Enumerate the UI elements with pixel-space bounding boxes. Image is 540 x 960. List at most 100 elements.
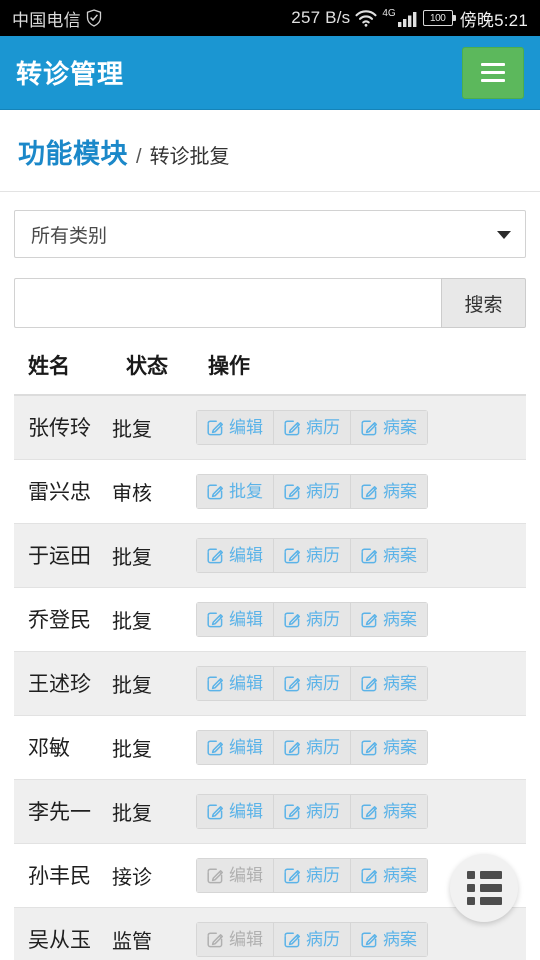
cell-actions: 编辑 病历 病案 [194, 651, 526, 716]
list-icon-bullet-1 [466, 871, 475, 879]
action-button[interactable]: 病历 [273, 921, 350, 957]
edit-icon [361, 803, 378, 820]
edit-icon [284, 867, 301, 884]
edit-icon [284, 547, 301, 564]
cell-status: 批复 [112, 651, 194, 716]
action-button[interactable]: 编辑 [196, 601, 273, 637]
breadcrumb-separator: / [136, 146, 142, 168]
action-button-group: 编辑 病历 病案 [196, 601, 428, 637]
action-button-group: 编辑 病历 病案 [196, 537, 428, 573]
cell-actions: 编辑 病历 病案 [194, 523, 526, 588]
cell-patient-name: 雷兴忠 [14, 459, 112, 524]
table-header: 姓名 状态 操作 [14, 350, 526, 396]
action-button[interactable]: 病案 [350, 921, 428, 957]
action-button[interactable]: 批复 [196, 473, 273, 509]
action-button[interactable]: 编辑 [196, 665, 273, 701]
action-button[interactable]: 病案 [350, 857, 428, 893]
search-button[interactable]: 搜索 [441, 278, 526, 328]
action-button[interactable]: 病案 [350, 793, 428, 829]
action-button[interactable]: 病历 [273, 665, 350, 701]
action-button-label: 病案 [383, 609, 417, 629]
action-button-label: 病历 [306, 673, 340, 693]
action-button[interactable]: 病历 [273, 409, 350, 445]
edit-icon [284, 419, 301, 436]
cell-patient-name: 孙丰民 [14, 843, 112, 908]
cell-status: 批复 [112, 523, 194, 588]
table-row: 王述珍 批复 编辑 病历 病案 [14, 651, 526, 716]
shield-check-icon [86, 9, 102, 27]
action-button[interactable]: 病案 [350, 665, 428, 701]
list-icon-line-3 [479, 897, 502, 905]
edit-icon [207, 931, 224, 948]
cell-patient-name: 于运田 [14, 523, 112, 588]
status-bar-right: 257 B/s 4G 100 傍晚5:21 [291, 6, 528, 31]
action-button-label: 编辑 [229, 609, 263, 629]
search-input[interactable] [14, 278, 441, 328]
action-button-label: 批复 [229, 481, 263, 501]
search-bar: 搜索 [14, 278, 526, 328]
list-icon [466, 871, 502, 905]
edit-icon [207, 675, 224, 692]
action-button-label: 病历 [306, 609, 340, 629]
list-view-fab-button[interactable] [450, 854, 518, 922]
cell-patient-name: 邓敏 [14, 715, 112, 780]
action-button[interactable]: 编辑 [196, 537, 273, 573]
breadcrumb-item-module[interactable]: 功能模块 [18, 132, 128, 171]
table-row: 于运田 批复 编辑 病历 病案 [14, 523, 526, 588]
category-select-value: 所有类别 [31, 225, 108, 247]
action-button-group: 编辑 病历 病案 [196, 857, 428, 893]
action-button-label: 编辑 [229, 673, 263, 693]
action-button[interactable]: 病案 [350, 729, 428, 765]
action-button-label: 病案 [383, 929, 417, 949]
edit-icon [361, 611, 378, 628]
action-button[interactable]: 病历 [273, 601, 350, 637]
action-button[interactable]: 病历 [273, 537, 350, 573]
page-title: 转诊管理 [16, 59, 125, 89]
action-button[interactable]: 编辑 [196, 793, 273, 829]
edit-icon [361, 419, 378, 436]
list-icon-line-1 [479, 871, 502, 879]
action-button-label: 编辑 [229, 417, 263, 437]
table-row: 乔登民 批复 编辑 病历 病案 [14, 587, 526, 652]
cell-actions: 批复 病历 病案 [194, 459, 526, 524]
action-button[interactable]: 病历 [273, 857, 350, 893]
chevron-down-icon [497, 231, 511, 239]
cell-actions: 编辑 病历 病案 [194, 715, 526, 780]
category-select[interactable]: 所有类别 [14, 210, 526, 258]
action-button-label: 编辑 [229, 865, 263, 885]
action-button[interactable]: 病历 [273, 473, 350, 509]
hamburger-menu-icon-bar-1 [481, 63, 505, 66]
action-button[interactable]: 病案 [350, 473, 428, 509]
action-button[interactable]: 编辑 [196, 729, 273, 765]
action-button[interactable]: 病案 [350, 537, 428, 573]
app-bar: 转诊管理 [0, 36, 540, 110]
action-button-label: 病案 [383, 417, 417, 437]
list-icon-row-2 [466, 884, 502, 892]
action-button-label: 编辑 [229, 801, 263, 821]
edit-icon [207, 483, 224, 500]
action-button[interactable]: 病案 [350, 409, 428, 445]
cell-patient-name: 吴从玉 [14, 907, 112, 960]
table-row: 张传玲 批复 编辑 病历 病案 [14, 395, 526, 460]
action-button[interactable]: 病案 [350, 601, 428, 637]
cell-patient-name: 张传玲 [14, 395, 112, 460]
action-button-label: 编辑 [229, 545, 263, 565]
action-button-group: 批复 病历 病案 [196, 473, 428, 509]
edit-icon [207, 739, 224, 756]
edit-icon [284, 931, 301, 948]
cell-status: 批复 [112, 587, 194, 652]
action-button-group: 编辑 病历 病案 [196, 665, 428, 701]
wifi-icon [355, 9, 377, 27]
table-row: 吴从玉 监管 编辑 病历 病案 [14, 907, 526, 960]
edit-icon [284, 611, 301, 628]
action-button[interactable]: 病历 [273, 793, 350, 829]
action-button[interactable]: 病历 [273, 729, 350, 765]
action-button[interactable]: 编辑 [196, 409, 273, 445]
battery-level-label: 100 [429, 12, 446, 24]
table-row: 孙丰民 接诊 编辑 病历 病案 [14, 843, 526, 908]
action-button: 编辑 [196, 921, 273, 957]
table-header-row: 姓名 状态 操作 [14, 350, 526, 396]
cell-status: 批复 [112, 715, 194, 780]
hamburger-menu-button[interactable] [462, 46, 524, 99]
edit-icon [207, 803, 224, 820]
